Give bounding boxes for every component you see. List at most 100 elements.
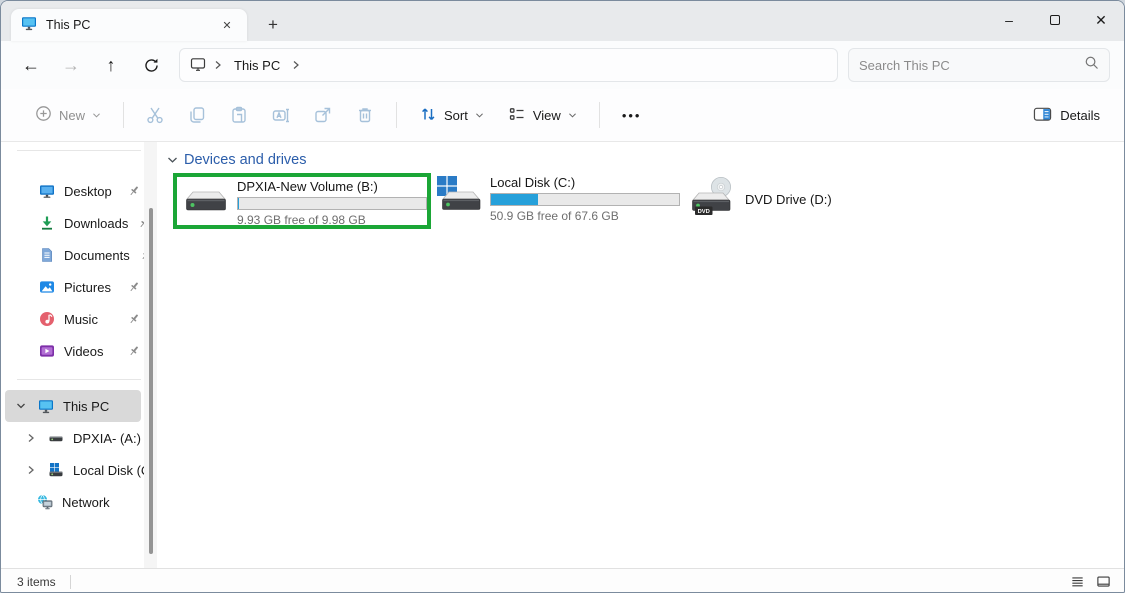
item-count: 3 items <box>17 575 56 589</box>
tab-bar: This PC ✕ + – ✕ <box>1 1 1124 41</box>
share-icon[interactable] <box>304 98 342 132</box>
details-pane-icon <box>1033 105 1052 126</box>
file-explorer-window: This PC ✕ + – ✕ ← → ↑ This PC <box>0 0 1125 593</box>
navigation-bar: ← → ↑ This PC <box>1 41 1124 89</box>
sidebar-item-music[interactable]: Music <box>5 303 141 335</box>
downloads-icon <box>39 215 55 231</box>
chevron-right-icon[interactable] <box>23 465 39 475</box>
search-input[interactable] <box>859 58 1084 73</box>
minimize-icon[interactable]: – <box>986 1 1032 39</box>
sidebar-item-drive-c[interactable]: Local Disk (C:) <box>5 454 141 486</box>
videos-icon <box>39 343 55 359</box>
chevron-down-icon[interactable] <box>13 402 29 410</box>
chevron-right-icon[interactable] <box>292 60 300 70</box>
more-icon[interactable]: ••• <box>612 102 652 129</box>
chevron-right-icon[interactable] <box>23 433 39 443</box>
sidebar-item-drive-a[interactable]: DPXIA- (A:) <box>5 422 141 454</box>
toolbar-divider <box>396 102 397 128</box>
sidebar-item-network[interactable]: Network <box>5 486 141 518</box>
cut-icon[interactable] <box>136 98 174 132</box>
chevron-down-icon[interactable] <box>167 152 178 168</box>
back-button[interactable]: ← <box>11 47 51 83</box>
thumbnail-view-icon[interactable] <box>1092 572 1114 592</box>
tab-title: This PC <box>46 18 208 32</box>
pinned-list: Desktop Downloads <box>1 175 157 367</box>
search-icon[interactable] <box>1084 55 1099 75</box>
sidebar-item-this-pc[interactable]: This PC <box>5 390 141 422</box>
sidebar-divider <box>17 379 141 380</box>
sort-icon <box>419 105 437 126</box>
list-view-icon[interactable] <box>1066 572 1088 592</box>
chevron-down-icon <box>92 112 101 119</box>
sidebar-item-downloads[interactable]: Downloads <box>5 207 141 239</box>
sidebar-divider <box>17 150 141 151</box>
network-icon <box>37 494 53 510</box>
main-area: Desktop Downloads <box>1 142 1124 568</box>
group-header-label: Devices and drives <box>184 152 307 168</box>
files-view: Devices and drives DPXIA-New Volume (B:)… <box>157 142 1124 568</box>
chevron-down-icon <box>475 112 484 119</box>
refresh-button[interactable] <box>131 47 171 83</box>
sort-button[interactable]: Sort <box>409 99 494 132</box>
hard-drive-icon <box>183 179 229 222</box>
pin-icon <box>127 184 141 198</box>
pin-icon <box>127 280 141 294</box>
system-drive-icon <box>48 462 64 478</box>
sidebar-scrollbar-thumb[interactable] <box>149 208 153 554</box>
drive-tile-local-disk-c[interactable]: Local Disk (C:) 50.9 GB free of 67.6 GB <box>434 175 680 223</box>
details-button[interactable]: Details <box>1023 99 1110 132</box>
dvd-drive-icon: DVD <box>689 176 737 223</box>
new-tab-button[interactable]: + <box>259 13 287 37</box>
drive-tile-dvd-d[interactable]: DVD DVD Drive (D:) <box>689 175 832 223</box>
sidebar-item-documents[interactable]: Documents <box>5 239 141 271</box>
delete-icon[interactable] <box>346 98 384 132</box>
drive-usage-bar <box>490 193 680 206</box>
music-icon <box>39 311 55 327</box>
paste-icon[interactable] <box>220 98 258 132</box>
close-icon[interactable]: ✕ <box>1078 1 1124 39</box>
tab-this-pc[interactable]: This PC ✕ <box>11 9 247 41</box>
address-bar[interactable]: This PC <box>179 48 838 82</box>
tree-list: This PC DPXIA- (A:) <box>1 390 157 518</box>
drive-name: DPXIA-New Volume (B:) <box>237 179 427 194</box>
sidebar-item-pictures[interactable]: Pictures <box>5 271 141 303</box>
drive-name: Local Disk (C:) <box>490 175 680 190</box>
this-pc-outline-icon <box>190 56 206 75</box>
drive-free-space: 9.93 GB free of 9.98 GB <box>237 213 427 227</box>
sidebar-item-videos[interactable]: Videos <box>5 335 141 367</box>
rename-icon[interactable] <box>262 98 300 132</box>
breadcrumb-this-pc[interactable]: This PC <box>230 56 284 75</box>
drive-tile-dpxia-new-volume-b[interactable]: DPXIA-New Volume (B:) 9.93 GB free of 9.… <box>183 179 427 227</box>
pin-icon <box>127 344 141 358</box>
status-bar: 3 items <box>1 568 1124 593</box>
drive-usage-bar <box>237 197 427 210</box>
new-button[interactable]: New <box>25 99 111 131</box>
copy-icon[interactable] <box>178 98 216 132</box>
pin-icon <box>127 312 141 326</box>
sidebar-item-desktop[interactable]: Desktop <box>5 175 141 207</box>
navigation-pane: Desktop Downloads <box>1 142 157 568</box>
drive-free-space: 50.9 GB free of 67.6 GB <box>490 209 680 223</box>
tab-close-icon[interactable]: ✕ <box>217 15 237 35</box>
sidebar-scrollbar-track[interactable] <box>144 142 157 568</box>
up-button[interactable]: ↑ <box>91 47 131 83</box>
toolbar-divider <box>599 102 600 128</box>
forward-button[interactable]: → <box>51 47 91 83</box>
drive-name: DVD Drive (D:) <box>745 192 832 207</box>
system-hard-drive-icon <box>434 175 482 222</box>
this-pc-icon <box>38 398 54 414</box>
chevron-down-icon <box>568 112 577 119</box>
chevron-right-icon <box>214 60 222 70</box>
group-header-devices-and-drives: Devices and drives <box>167 152 307 168</box>
window-controls: – ✕ <box>986 1 1124 41</box>
view-button[interactable]: View <box>498 99 587 132</box>
svg-text:DVD: DVD <box>698 209 710 215</box>
status-divider <box>70 575 71 589</box>
view-icon <box>508 105 526 126</box>
this-pc-icon <box>21 15 37 36</box>
pictures-icon <box>39 279 55 295</box>
removable-drive-icon <box>48 430 64 446</box>
command-toolbar: New Sort <box>1 89 1124 142</box>
toolbar-divider <box>123 102 124 128</box>
maximize-icon[interactable] <box>1032 1 1078 39</box>
